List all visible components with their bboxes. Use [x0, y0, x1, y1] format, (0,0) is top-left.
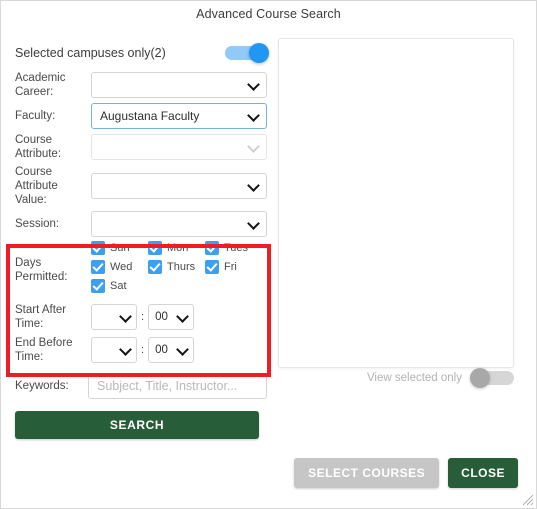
view-selected-only-toggle[interactable] — [470, 368, 514, 388]
end-before-time-row: End Before Time: : 00 — [15, 336, 267, 364]
results-panel[interactable] — [278, 38, 514, 368]
search-form: Selected campuses only(2) Academic Caree… — [15, 41, 269, 439]
course-attribute-select — [91, 134, 267, 160]
chevron-down-icon — [249, 181, 258, 190]
day-checkbox-sat[interactable]: Sat — [91, 279, 148, 293]
keywords-row: Keywords: — [15, 373, 267, 399]
toggle-knob-icon — [249, 43, 269, 63]
toggle-knob-icon — [470, 368, 490, 388]
course-attribute-label: Course Attribute: — [15, 134, 62, 160]
time-separator: : — [141, 311, 145, 323]
chevron-down-icon — [249, 80, 258, 89]
time-separator: : — [141, 344, 145, 356]
dialog-footer: SELECT COURSES CLOSE — [294, 458, 518, 488]
chevron-down-icon — [121, 345, 130, 354]
checkbox-checked-icon — [91, 260, 105, 274]
academic-career-select[interactable] — [91, 72, 267, 98]
faculty-select[interactable]: Augustana Faculty — [91, 103, 267, 129]
day-checkbox-sun[interactable]: Sun — [91, 241, 148, 255]
chevron-down-icon — [178, 312, 187, 321]
day-label: Sat — [110, 280, 127, 292]
end-before-minute-select[interactable]: 00 — [148, 337, 195, 363]
resize-grip-icon[interactable] — [520, 492, 534, 506]
days-permitted-label: Days Permitted: — [15, 256, 68, 283]
start-after-hour-select[interactable] — [91, 304, 137, 330]
selected-campuses-label: Selected campuses only(2) — [15, 46, 166, 60]
start-after-minute-select[interactable]: 00 — [148, 304, 195, 330]
day-checkbox-mon[interactable]: Mon — [148, 241, 205, 255]
academic-career-row: Academic Career: — [15, 71, 267, 99]
start-after-time-label: Start After Time: — [15, 304, 67, 330]
days-permitted-row: Days Permitted: Sun Mon Tues Wed Thurs F… — [15, 241, 267, 298]
session-row: Session: — [15, 211, 267, 237]
faculty-value: Augustana Faculty — [100, 109, 200, 123]
day-label: Tues — [224, 242, 249, 254]
checkbox-checked-icon — [148, 241, 162, 255]
checkbox-checked-icon — [205, 241, 219, 255]
selected-campuses-row: Selected campuses only(2) — [15, 41, 269, 65]
end-before-hour-select[interactable] — [91, 337, 137, 363]
end-before-time-label: End Before Time: — [15, 337, 73, 363]
day-label: Thurs — [167, 261, 196, 273]
chevron-down-icon — [249, 142, 258, 151]
chevron-down-icon — [178, 345, 187, 354]
course-attribute-row: Course Attribute: — [15, 133, 267, 161]
end-before-minute-value: 00 — [155, 344, 168, 356]
close-button[interactable]: CLOSE — [448, 458, 518, 488]
checkbox-checked-icon — [148, 260, 162, 274]
advanced-course-search-dialog: Advanced Course Search Selected campuses… — [0, 0, 537, 509]
chevron-down-icon — [249, 219, 258, 228]
day-checkbox-tues[interactable]: Tues — [205, 241, 262, 255]
start-after-minute-value: 00 — [155, 311, 168, 323]
course-attribute-value-label: Course Attribute Value: — [15, 166, 58, 206]
chevron-down-icon — [121, 312, 130, 321]
checkbox-checked-icon — [91, 241, 105, 255]
dialog-title: Advanced Course Search — [196, 7, 341, 21]
search-button[interactable]: SEARCH — [15, 411, 259, 439]
selected-campuses-toggle[interactable] — [225, 43, 269, 63]
faculty-label: Faculty: — [15, 110, 56, 122]
day-label: Mon — [167, 242, 189, 254]
day-label: Fri — [224, 261, 237, 273]
day-checkbox-fri[interactable]: Fri — [205, 260, 262, 274]
checkbox-checked-icon — [205, 260, 219, 274]
session-label: Session: — [15, 218, 60, 230]
day-label: Wed — [110, 261, 133, 273]
view-selected-only-label: View selected only — [366, 372, 462, 384]
keywords-label: Keywords: — [15, 380, 69, 392]
keywords-input[interactable] — [88, 373, 267, 399]
select-courses-button: SELECT COURSES — [294, 458, 440, 488]
day-checkbox-thurs[interactable]: Thurs — [148, 260, 205, 274]
course-attribute-value-select[interactable] — [91, 173, 267, 199]
checkbox-checked-icon — [91, 279, 105, 293]
faculty-row: Faculty: Augustana Faculty — [15, 103, 267, 129]
day-checkbox-wed[interactable]: Wed — [91, 260, 148, 274]
view-selected-only-row: View selected only — [278, 368, 514, 388]
course-attribute-value-row: Course Attribute Value: — [15, 165, 267, 207]
start-after-time-row: Start After Time: : 00 — [15, 303, 267, 331]
session-select[interactable] — [91, 211, 267, 237]
academic-career-label: Academic Career: — [15, 72, 66, 98]
day-label: Sun — [110, 242, 130, 254]
days-permitted-group: Sun Mon Tues Wed Thurs Fri Sat — [91, 241, 267, 298]
chevron-down-icon — [249, 111, 258, 120]
